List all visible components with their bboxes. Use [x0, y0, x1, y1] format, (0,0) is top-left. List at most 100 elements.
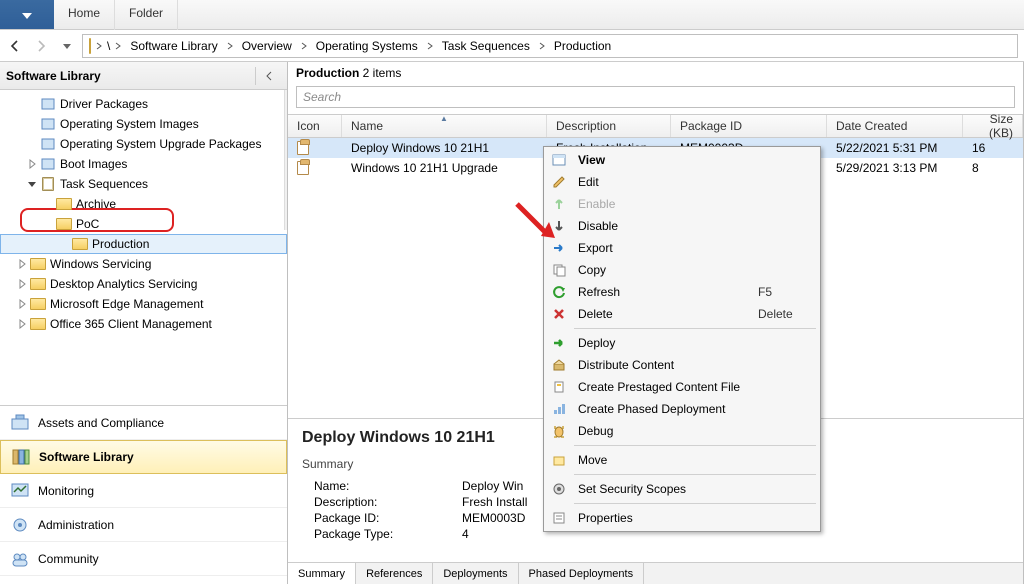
- folder-icon: [72, 236, 88, 252]
- folder-icon: [30, 296, 46, 312]
- context-menu-edit[interactable]: Edit: [546, 171, 818, 193]
- search-input[interactable]: Search: [296, 86, 1015, 108]
- col-description[interactable]: Description: [547, 115, 671, 137]
- expand-none: [26, 98, 38, 110]
- distribute-icon: [546, 358, 572, 372]
- boot-image-icon: [40, 156, 56, 172]
- tree-node[interactable]: PoC: [0, 214, 287, 234]
- context-menu-refresh[interactable]: RefreshF5: [546, 281, 818, 303]
- workspace-assets-and-compliance[interactable]: Assets and Compliance: [0, 406, 287, 440]
- workspace-administration[interactable]: Administration: [0, 508, 287, 542]
- task-sequence-icon: [297, 161, 309, 175]
- detail-tab-references[interactable]: References: [356, 563, 433, 584]
- col-name[interactable]: Name▲: [342, 115, 547, 137]
- detail-tab-deployments[interactable]: Deployments: [433, 563, 518, 584]
- chevron-right-icon: [93, 40, 105, 52]
- context-menu-copy[interactable]: Copy: [546, 259, 818, 281]
- tree-node[interactable]: Desktop Analytics Servicing: [0, 274, 287, 294]
- ribbon-tab-folder[interactable]: Folder: [115, 0, 178, 30]
- tree-node[interactable]: Task Sequences: [0, 174, 287, 194]
- driver-pkg-icon: [40, 96, 56, 112]
- crumb-software-library[interactable]: Software Library: [126, 39, 221, 53]
- context-menu-debug[interactable]: Debug: [546, 420, 818, 442]
- workspace-label: Community: [38, 552, 99, 566]
- workspace-label: Administration: [38, 518, 114, 532]
- col-date-created[interactable]: Date Created: [827, 115, 963, 137]
- crumb-root[interactable]: \: [107, 39, 110, 53]
- navigation-tree[interactable]: Driver PackagesOperating System ImagesOp…: [0, 90, 287, 405]
- tree-node[interactable]: Archive: [0, 194, 287, 214]
- app-menu-button[interactable]: [0, 0, 54, 29]
- tree-node[interactable]: Boot Images: [0, 154, 287, 174]
- detail-tab-phased-deployments[interactable]: Phased Deployments: [519, 563, 645, 584]
- os-upg-pkg-icon: [40, 136, 56, 152]
- monitoring-icon: [10, 481, 30, 501]
- nav-forward-button[interactable]: [30, 35, 52, 57]
- context-menu-label: Distribute Content: [572, 358, 758, 372]
- task-seq-icon: [40, 176, 56, 192]
- tree-node[interactable]: Driver Packages: [0, 94, 287, 114]
- workspace-software-library[interactable]: Software Library: [0, 440, 287, 474]
- workspace-monitoring[interactable]: Monitoring: [0, 474, 287, 508]
- col-package-id[interactable]: Package ID: [671, 115, 827, 137]
- context-menu-label: Copy: [572, 263, 758, 277]
- context-menu-label: Create Phased Deployment: [572, 402, 758, 416]
- context-menu-deploy[interactable]: Deploy: [546, 332, 818, 354]
- context-menu-label: Edit: [572, 175, 758, 189]
- library-icon: [11, 447, 31, 467]
- workspace-community[interactable]: Community: [0, 542, 287, 576]
- context-menu-export[interactable]: Export: [546, 237, 818, 259]
- nav-back-button[interactable]: [4, 35, 26, 57]
- tree-node-label: Task Sequences: [60, 177, 148, 191]
- context-menu-shortcut: Delete: [758, 307, 818, 321]
- expand-closed-icon[interactable]: [16, 318, 28, 330]
- context-menu-move[interactable]: Move: [546, 449, 818, 471]
- crumb-production[interactable]: Production: [550, 39, 615, 53]
- context-menu-create-prestaged-content-file[interactable]: Create Prestaged Content File: [546, 376, 818, 398]
- context-menu-label: Deploy: [572, 336, 758, 350]
- crumb-overview[interactable]: Overview: [238, 39, 296, 53]
- context-menu-distribute-content[interactable]: Distribute Content: [546, 354, 818, 376]
- context-menu-view[interactable]: View: [546, 149, 818, 171]
- crumb-os[interactable]: Operating Systems: [312, 39, 422, 53]
- detail-field-key: Package ID:: [314, 511, 462, 525]
- results-title: Production: [296, 66, 359, 80]
- col-icon[interactable]: Icon: [288, 115, 342, 137]
- workspace-label: Software Library: [39, 450, 134, 464]
- ribbon-tab-home[interactable]: Home: [54, 0, 115, 30]
- tree-node[interactable]: Windows Servicing: [0, 254, 287, 274]
- expand-none: [26, 118, 38, 130]
- context-menu-separator: [574, 503, 816, 504]
- expand-none: [42, 198, 54, 210]
- results-count: 2 items: [363, 66, 402, 80]
- expand-closed-icon[interactable]: [16, 298, 28, 310]
- crumb-task-sequences[interactable]: Task Sequences: [438, 39, 534, 53]
- context-menu-disable[interactable]: Disable: [546, 215, 818, 237]
- context-menu-label: Properties: [572, 511, 758, 525]
- folder-icon: [30, 316, 46, 332]
- expand-closed-icon[interactable]: [16, 258, 28, 270]
- context-menu-set-security-scopes[interactable]: Set Security Scopes: [546, 478, 818, 500]
- collapse-sidebar-button[interactable]: [255, 67, 281, 85]
- context-menu-delete[interactable]: DeleteDelete: [546, 303, 818, 325]
- expand-closed-icon[interactable]: [16, 278, 28, 290]
- debug-icon: [546, 424, 572, 438]
- tree-node-label: Office 365 Client Management: [50, 317, 212, 331]
- col-size[interactable]: Size (KB): [963, 115, 1023, 137]
- expand-closed-icon[interactable]: [26, 158, 38, 170]
- context-menu-enable: Enable: [546, 193, 818, 215]
- expand-open-icon[interactable]: [26, 178, 38, 190]
- context-menu-label: Refresh: [572, 285, 758, 299]
- grid-header[interactable]: Icon Name▲ Description Package ID Date C…: [288, 114, 1023, 138]
- tree-node[interactable]: Production: [0, 234, 287, 254]
- detail-tab-summary[interactable]: Summary: [288, 563, 356, 584]
- nav-history-button[interactable]: [56, 35, 78, 57]
- context-menu-create-phased-deployment[interactable]: Create Phased Deployment: [546, 398, 818, 420]
- tree-node[interactable]: Operating System Upgrade Packages: [0, 134, 287, 154]
- tree-node[interactable]: Office 365 Client Management: [0, 314, 287, 334]
- context-menu-properties[interactable]: Properties: [546, 507, 818, 529]
- tree-node-label: Microsoft Edge Management: [50, 297, 203, 311]
- tree-node[interactable]: Operating System Images: [0, 114, 287, 134]
- breadcrumb[interactable]: \ Software Library Overview Operating Sy…: [82, 34, 1018, 58]
- tree-node[interactable]: Microsoft Edge Management: [0, 294, 287, 314]
